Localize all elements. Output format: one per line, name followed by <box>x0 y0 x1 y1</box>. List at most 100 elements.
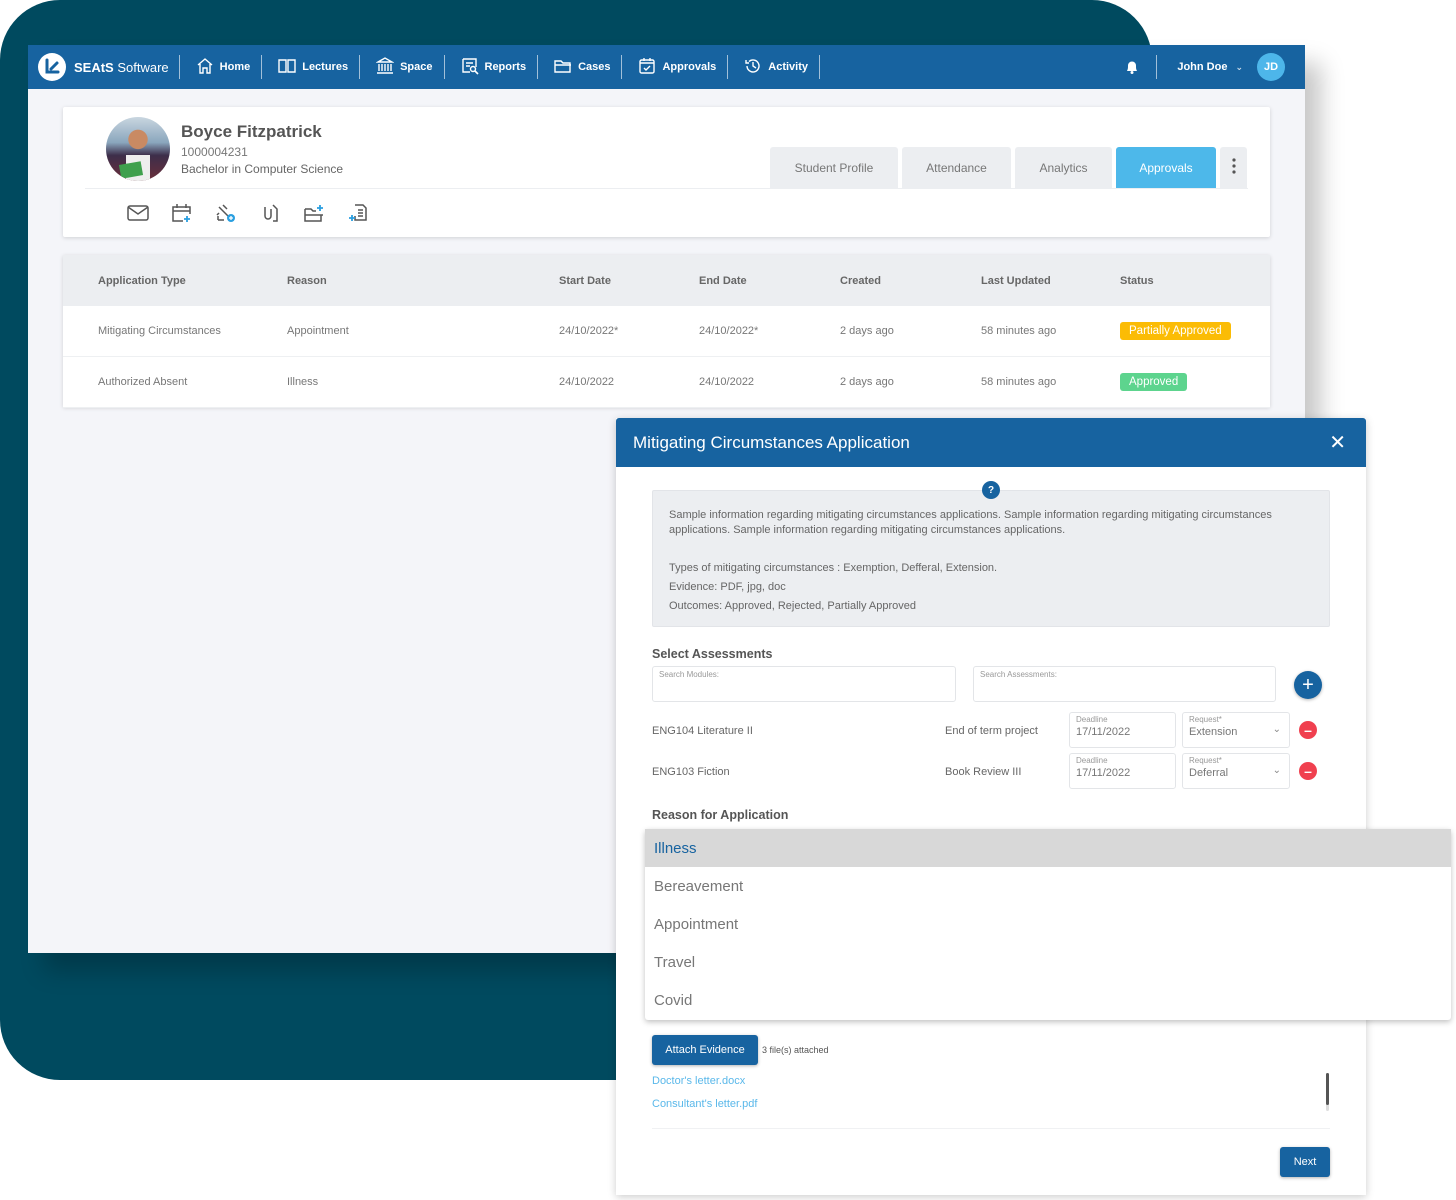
cell-created: 2 days ago <box>840 376 894 388</box>
divider <box>85 188 1248 189</box>
nav-label: Activity <box>768 61 809 73</box>
mail-icon[interactable] <box>126 203 149 223</box>
building-icon <box>375 56 395 78</box>
calendar-add-icon[interactable] <box>170 203 193 223</box>
brand-rest: Software <box>113 59 169 75</box>
scrollbar-thumb[interactable] <box>1326 1073 1329 1105</box>
document-add-icon[interactable] <box>346 203 369 223</box>
column-header[interactable]: Application Type <box>63 275 287 287</box>
profile-tabs: Student Profile Attendance Analytics App… <box>770 147 1247 188</box>
nav-item-space[interactable]: Space <box>360 45 443 89</box>
column-header[interactable]: Created <box>840 275 981 287</box>
request-select[interactable]: Request* Extension ⌄ <box>1182 712 1290 748</box>
chevron-down-icon: ⌄ <box>1235 61 1243 72</box>
table-header: Application Type Reason Start Date End D… <box>63 255 1270 306</box>
cell-last-updated: 58 minutes ago <box>981 376 1057 388</box>
reason-option-travel[interactable]: Travel <box>645 943 1451 981</box>
cell-end-date: 24/10/2022 <box>699 376 755 388</box>
cell-created: 2 days ago <box>840 325 894 337</box>
help-icon[interactable]: ? <box>982 481 1000 499</box>
column-header[interactable]: Start Date <box>559 275 699 287</box>
remove-assessment-button[interactable]: – <box>1299 762 1317 780</box>
nav-item-approvals[interactable]: Approvals <box>622 45 727 89</box>
assessment-row: ENG104 Literature II End of term project… <box>652 712 1332 748</box>
column-header[interactable]: Status <box>1120 275 1270 287</box>
nav-item-home[interactable]: Home <box>180 45 262 89</box>
book-icon <box>278 57 296 78</box>
status-badge: Approved <box>1120 373 1188 391</box>
attach-evidence-button[interactable]: Attach Evidence <box>652 1035 758 1065</box>
nav-label: Approvals <box>662 61 717 73</box>
applications-table: Application Type Reason Start Date End D… <box>63 255 1270 408</box>
next-button[interactable]: Next <box>1280 1147 1330 1177</box>
brand-bold: SEAtS <box>74 59 114 75</box>
tab-approvals[interactable]: Approvals <box>1116 147 1216 188</box>
module-name: ENG104 Literature II <box>652 725 753 737</box>
minus-icon: – <box>1304 722 1312 738</box>
reason-option-bereavement[interactable]: Bereavement <box>645 867 1451 905</box>
user-avatar[interactable]: JD <box>1257 53 1285 81</box>
student-name: Boyce Fitzpatrick <box>181 122 322 141</box>
tab-attendance[interactable]: Attendance <box>902 147 1011 188</box>
cell-application-type: Authorized Absent <box>98 376 188 388</box>
request-select[interactable]: Request* Deferral ⌄ <box>1182 753 1290 789</box>
deadline-field[interactable]: Deadline 17/11/2022 <box>1069 753 1176 789</box>
user-name: John Doe <box>1177 61 1228 73</box>
seats-logo-icon <box>38 53 66 81</box>
nav-label: Space <box>400 61 433 73</box>
student-degree: Bachelor in Computer Science <box>181 162 344 176</box>
attachment-icon[interactable] <box>258 203 281 223</box>
table-row[interactable]: Mitigating Circumstances Appointment 24/… <box>63 306 1270 357</box>
student-profile-card: Boyce Fitzpatrick 1000004231 Bachelor in… <box>63 107 1270 237</box>
bell-icon[interactable] <box>1108 59 1156 75</box>
navbar: SEAtS Software Home Lectures Space Repor… <box>28 45 1305 89</box>
cell-end-date: 24/10/2022* <box>699 325 759 337</box>
tab-student-profile[interactable]: Student Profile <box>770 147 898 188</box>
status-badge: Partially Approved <box>1120 322 1231 340</box>
nav-label: Cases <box>578 61 611 73</box>
report-icon <box>461 57 479 78</box>
pin-add-icon[interactable] <box>214 203 237 223</box>
chevron-down-icon: ⌄ <box>1272 724 1281 735</box>
file-link[interactable]: Consultant's letter.pdf <box>652 1098 757 1110</box>
kebab-menu-icon <box>1231 158 1236 177</box>
student-photo <box>106 117 170 181</box>
folder-add-icon[interactable] <box>302 203 325 223</box>
column-header[interactable]: Last Updated <box>981 275 1120 287</box>
remove-assessment-button[interactable]: – <box>1299 721 1317 739</box>
info-evidence: Evidence: PDF, jpg, doc <box>669 581 786 593</box>
tab-analytics[interactable]: Analytics <box>1015 147 1112 188</box>
table-row[interactable]: Authorized Absent Illness 24/10/2022 24/… <box>63 357 1270 408</box>
cell-start-date: 24/10/2022 <box>559 376 615 388</box>
file-link[interactable]: Doctor's letter.docx <box>652 1075 745 1087</box>
nav-item-activity[interactable]: Activity <box>728 45 819 89</box>
info-panel: Sample information regarding mitigating … <box>652 490 1330 627</box>
nav-item-cases[interactable]: Cases <box>538 45 621 89</box>
chevron-down-icon: ⌄ <box>1272 765 1281 776</box>
brand-logo[interactable]: SEAtS Software <box>38 53 179 81</box>
reason-option-illness[interactable]: Illness <box>645 829 1451 867</box>
nav-label: Reports <box>484 61 527 73</box>
search-modules-input[interactable]: Search Modules: <box>652 666 956 702</box>
cell-reason: Appointment <box>287 325 349 337</box>
reason-option-appointment[interactable]: Appointment <box>645 905 1451 943</box>
cell-start-date: 24/10/2022* <box>559 325 619 337</box>
history-icon <box>744 57 762 78</box>
column-header[interactable]: Reason <box>287 275 559 287</box>
profile-actions <box>126 203 369 223</box>
folder-icon <box>554 57 572 78</box>
deadline-field[interactable]: Deadline 17/11/2022 <box>1069 712 1176 748</box>
nav-item-reports[interactable]: Reports <box>445 45 538 89</box>
close-icon[interactable]: ✕ <box>1329 430 1346 455</box>
nav-label: Lectures <box>302 61 349 73</box>
search-assessments-input[interactable]: Search Assessments: <box>973 666 1276 702</box>
more-options-button[interactable] <box>1220 147 1247 188</box>
student-id: 1000004231 <box>181 145 248 159</box>
add-assessment-button[interactable]: + <box>1294 671 1322 699</box>
nav-item-lectures[interactable]: Lectures <box>262 45 359 89</box>
attached-count: 3 file(s) attached <box>762 1045 829 1055</box>
column-header[interactable]: End Date <box>699 275 840 287</box>
modal-title: Mitigating Circumstances Application <box>633 432 910 452</box>
reason-option-covid[interactable]: Covid <box>645 981 1451 1019</box>
user-menu[interactable]: John Doe ⌄ JD <box>1157 53 1305 81</box>
